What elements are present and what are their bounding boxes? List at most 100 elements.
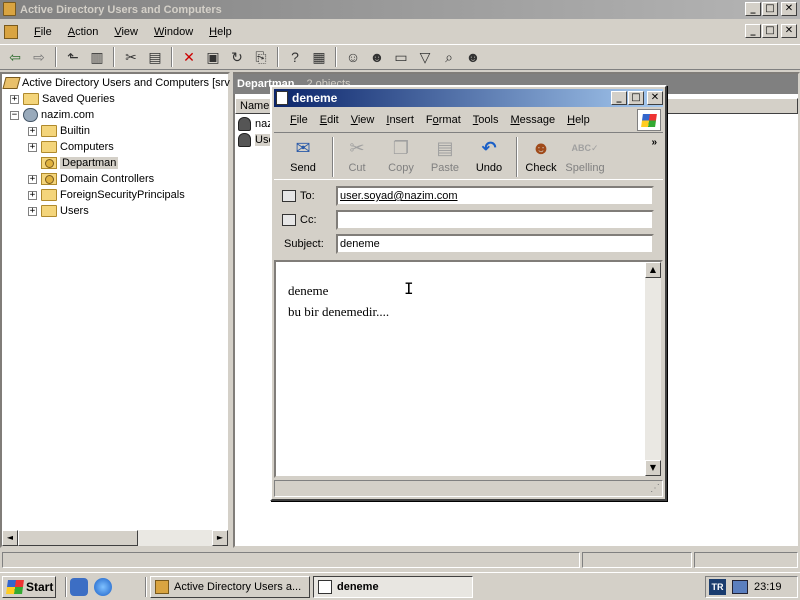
expand-toggle[interactable]: + xyxy=(28,126,37,136)
paste-button[interactable]: ▤ Paste xyxy=(424,137,466,177)
internet-explorer-icon[interactable] xyxy=(94,578,112,596)
maximize-button[interactable]: □ xyxy=(762,2,778,16)
cut-icon[interactable]: ✂ xyxy=(120,46,142,68)
spelling-button[interactable]: ABC✓ Spelling xyxy=(564,137,606,177)
new-group-icon[interactable]: ☻ xyxy=(366,46,388,68)
subject-field[interactable]: deneme xyxy=(336,234,654,254)
tree-horizontal-scrollbar[interactable]: ◄ ► xyxy=(2,530,228,546)
copy-button[interactable]: ❐ Copy xyxy=(380,137,422,177)
scroll-left-button[interactable]: ◄ xyxy=(2,530,18,546)
compose-status-bar: ⋰ xyxy=(274,480,663,497)
network-icon[interactable] xyxy=(732,580,748,594)
console-tree[interactable]: Active Directory Users and Computers [sr… xyxy=(0,72,230,548)
expand-toggle[interactable]: + xyxy=(28,142,37,152)
menu-help[interactable]: Help xyxy=(201,24,240,40)
refresh-icon[interactable]: ↻ xyxy=(226,46,248,68)
clock[interactable]: 23:19 xyxy=(754,581,782,593)
compose-minimize-button[interactable]: _ xyxy=(611,91,627,105)
send-button[interactable]: ✉ Send xyxy=(282,137,324,177)
back-icon[interactable]: ⇦ xyxy=(4,46,26,68)
paste-icon[interactable]: ▤ xyxy=(144,46,166,68)
compose-menu-view[interactable]: View xyxy=(345,112,381,128)
main-title-bar[interactable]: Active Directory Users and Computers _ □… xyxy=(0,0,800,19)
scroll-up-button[interactable]: ▲ xyxy=(645,262,661,278)
menu-action[interactable]: Action xyxy=(60,24,107,40)
mdi-close-button[interactable]: ✕ xyxy=(781,24,797,38)
start-label: Start xyxy=(26,580,54,594)
delete-icon[interactable]: ✕ xyxy=(178,46,200,68)
to-field[interactable]: user.soyad@nazim.com xyxy=(336,186,654,206)
cc-field[interactable] xyxy=(336,210,654,230)
new-user-icon[interactable]: ☺ xyxy=(342,46,364,68)
mdi-child-icon[interactable] xyxy=(4,24,18,39)
menu-window[interactable]: Window xyxy=(146,24,201,40)
collapse-toggle[interactable]: − xyxy=(10,110,19,120)
undo-button[interactable]: ↶ Undo xyxy=(468,137,510,177)
toolbar-separator xyxy=(113,47,115,67)
expand-toggle[interactable]: + xyxy=(28,190,37,200)
compose-menu-help[interactable]: Help xyxy=(561,112,596,128)
expand-toggle[interactable]: + xyxy=(28,174,37,184)
mdi-restore-button[interactable]: □ xyxy=(762,24,778,38)
resize-grip-icon[interactable]: ⋰ xyxy=(650,483,660,494)
compose-window[interactable]: deneme _ □ ✕ File Edit View Insert Forma… xyxy=(270,85,667,501)
scroll-thumb[interactable] xyxy=(18,530,138,546)
tree-item-departman[interactable]: Departman xyxy=(41,155,119,171)
taskbar-button-deneme[interactable]: deneme xyxy=(313,576,473,598)
show-desktop-icon[interactable] xyxy=(70,578,88,596)
organizational-unit-icon xyxy=(41,157,57,169)
console-icon[interactable]: ▦ xyxy=(308,46,330,68)
tree-item-domain-controllers[interactable]: + Domain Controllers xyxy=(28,171,154,187)
menu-file[interactable]: File xyxy=(26,24,60,40)
filter-icon[interactable]: ▽ xyxy=(414,46,436,68)
properties-icon[interactable]: ▣ xyxy=(202,46,224,68)
compose-menu-message[interactable]: Message xyxy=(504,112,561,128)
close-button[interactable]: ✕ xyxy=(781,2,797,16)
compose-close-button[interactable]: ✕ xyxy=(647,91,663,105)
mdi-minimize-button[interactable]: _ xyxy=(745,24,761,38)
compose-menu-edit[interactable]: Edit xyxy=(314,112,345,128)
compose-maximize-button[interactable]: □ xyxy=(628,91,644,105)
up-folder-icon[interactable]: ⬑ xyxy=(62,46,84,68)
compose-menu-file[interactable]: File xyxy=(284,112,314,128)
message-body[interactable]: deneme bu bir denemedir.... ▲ ▼ xyxy=(274,260,663,478)
export-icon[interactable]: ⎘ xyxy=(250,46,272,68)
help-icon[interactable]: ? xyxy=(284,46,306,68)
new-ou-icon[interactable]: ▭ xyxy=(390,46,412,68)
show-tree-icon[interactable]: ▥ xyxy=(86,46,108,68)
tree-item-saved-queries[interactable]: + Saved Queries xyxy=(10,91,115,107)
compose-menu-insert[interactable]: Insert xyxy=(380,112,420,128)
compose-menu-tools[interactable]: Tools xyxy=(467,112,505,128)
find-icon[interactable]: ⌕ xyxy=(438,46,460,68)
taskbar-button-aduc[interactable]: Active Directory Users a... xyxy=(150,576,310,598)
undo-icon: ↶ xyxy=(481,137,497,158)
scroll-down-button[interactable]: ▼ xyxy=(645,460,661,476)
send-label: Send xyxy=(290,162,316,174)
address-book-icon xyxy=(282,214,296,226)
list-item[interactable]: naz xyxy=(238,116,273,132)
to-button[interactable]: To: xyxy=(282,190,338,202)
minimize-button[interactable]: _ xyxy=(745,2,761,16)
expand-toggle[interactable]: + xyxy=(10,94,19,104)
menu-view[interactable]: View xyxy=(106,24,146,40)
toolbar-overflow-chevron[interactable]: » xyxy=(651,137,657,148)
forward-icon[interactable]: ⇨ xyxy=(28,46,50,68)
cut-button[interactable]: ✂ Cut xyxy=(336,137,378,177)
message-body-text[interactable]: deneme bu bir denemedir.... xyxy=(288,280,389,322)
tree-item-builtin[interactable]: + Builtin xyxy=(28,123,90,139)
tree-item-users[interactable]: + Users xyxy=(28,203,89,219)
tree-root[interactable]: Active Directory Users and Computers [sr… xyxy=(2,75,230,91)
start-button[interactable]: Start xyxy=(2,576,56,598)
body-vertical-scrollbar[interactable]: ▲ ▼ xyxy=(645,262,661,476)
compose-title-bar[interactable]: deneme _ □ ✕ xyxy=(274,89,663,107)
compose-menu-format[interactable]: Format xyxy=(420,112,467,128)
cc-button[interactable]: Cc: xyxy=(282,214,338,226)
add-to-group-icon[interactable]: ☻ xyxy=(462,46,484,68)
tree-item-computers[interactable]: + Computers xyxy=(28,139,114,155)
tree-item-foreign-security-principals[interactable]: + ForeignSecurityPrincipals xyxy=(28,187,185,203)
language-indicator[interactable]: TR xyxy=(709,579,726,595)
tree-item-domain[interactable]: − nazim.com xyxy=(10,107,94,123)
expand-toggle[interactable]: + xyxy=(28,206,37,216)
scroll-right-button[interactable]: ► xyxy=(212,530,228,546)
check-names-button[interactable]: ☻ Check xyxy=(520,137,562,177)
